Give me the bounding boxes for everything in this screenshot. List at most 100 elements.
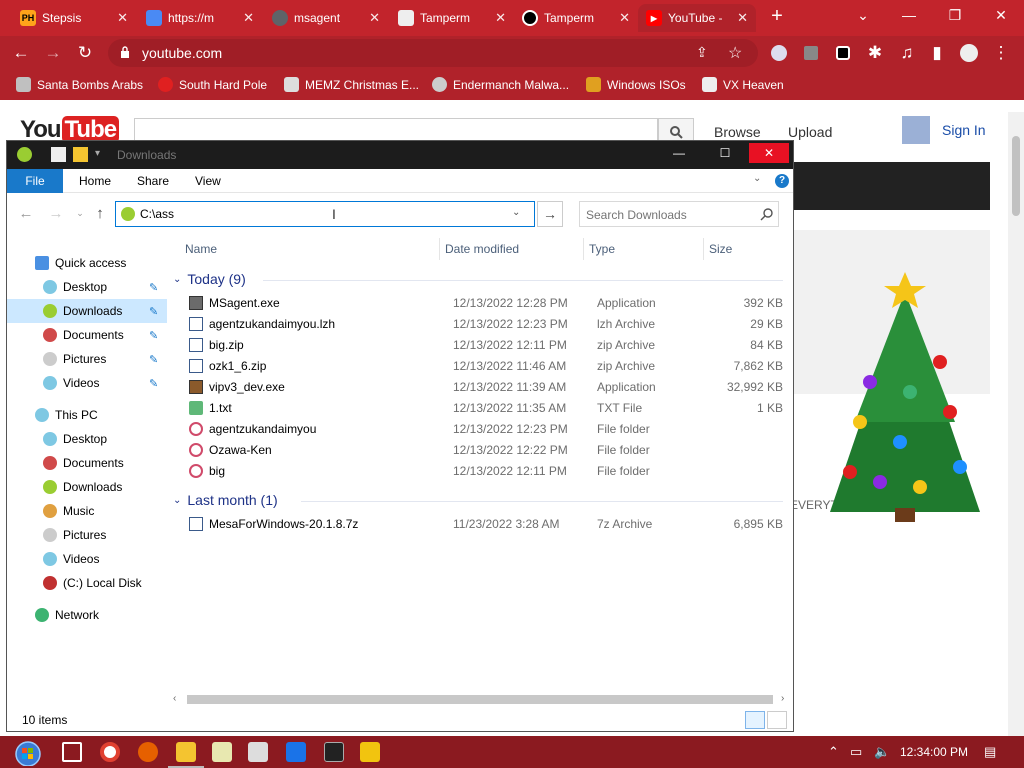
table-row[interactable]: vipv3_dev.exe 12/13/2022 11:39 AM Applicat… (185, 377, 785, 398)
pin-icon[interactable]: ✎ (149, 305, 161, 318)
scrollbar-thumb[interactable] (1012, 136, 1020, 216)
browser-tab-active[interactable]: ▶ YouTube - ✕ (638, 4, 756, 32)
bookmark-star-icon[interactable]: ☆ (728, 43, 742, 63)
help-icon[interactable]: ? (775, 174, 789, 188)
table-row[interactable]: big 12/13/2022 12:11 PM File folder (185, 461, 785, 482)
sidebar-item-documents[interactable]: Documents ✎ (7, 323, 167, 347)
scrollbar-thumb[interactable] (187, 695, 773, 704)
pin-icon[interactable]: ✎ (149, 281, 161, 294)
network-tray-icon[interactable]: ▭ (850, 744, 862, 760)
sidebar-item-videos[interactable]: Videos (7, 547, 167, 571)
sidebar-item-pictures[interactable]: Pictures (7, 523, 167, 547)
maximize-button[interactable]: ☐ (705, 143, 745, 163)
sidebar-item-local-disk[interactable]: (C:) Local Disk (7, 571, 167, 595)
tampermonkey-extension-icon[interactable] (832, 42, 854, 64)
share-icon[interactable]: ⇪ (696, 44, 708, 61)
bookmark-item[interactable]: VX Heaven (702, 77, 784, 92)
sidebar-item-downloads[interactable]: Downloads (7, 475, 167, 499)
scroll-left-icon[interactable]: ‹ (173, 693, 176, 704)
volume-icon[interactable]: 🔈 (874, 744, 890, 760)
bookmark-item[interactable]: MEMZ Christmas E... (284, 77, 419, 92)
extension-icon[interactable] (768, 42, 790, 64)
scroll-right-icon[interactable]: › (781, 693, 784, 704)
bookmark-item[interactable]: South Hard Pole (158, 77, 267, 92)
bookmark-item[interactable]: Santa Bombs Arabs (16, 77, 143, 92)
go-button[interactable]: → (537, 201, 563, 227)
media-icon[interactable]: ♫ (896, 42, 918, 64)
expand-ribbon-icon[interactable]: ⌄ (753, 173, 761, 184)
side-panel-icon[interactable]: ▮ (926, 42, 948, 64)
close-tab-icon[interactable]: ✕ (495, 10, 506, 26)
menu-kebab-icon[interactable]: ⋮ (990, 42, 1012, 64)
table-row[interactable]: MSagent.exe 12/13/2022 12:28 PM Applicatio… (185, 293, 785, 314)
new-folder-icon[interactable] (73, 147, 88, 162)
pin-icon[interactable]: ✎ (149, 377, 161, 390)
close-tab-icon[interactable]: ✕ (369, 10, 380, 26)
tab-home[interactable]: Home (69, 169, 121, 193)
details-view-icon[interactable] (745, 711, 765, 729)
horizontal-scrollbar[interactable]: ‹ › (167, 691, 791, 707)
sidebar-item-videos[interactable]: Videos ✎ (7, 371, 167, 395)
column-header-size[interactable]: Size (709, 242, 732, 256)
clock[interactable]: 12:34:00 PM (900, 745, 968, 759)
explorer-titlebar[interactable]: ▾ Downloads — ☐ ✕ (7, 141, 793, 169)
tab-share[interactable]: Share (127, 169, 179, 193)
close-tab-icon[interactable]: ✕ (243, 10, 254, 26)
column-divider[interactable] (703, 238, 704, 260)
minimize-button[interactable]: — (886, 0, 932, 30)
close-tab-icon[interactable]: ✕ (117, 10, 128, 26)
table-row[interactable]: ozk1_6.zip 12/13/2022 11:46 AM zip Archive… (185, 356, 785, 377)
search-field[interactable] (579, 201, 779, 227)
chrome-taskbar-icon[interactable] (100, 742, 120, 762)
close-button[interactable]: ✕ (749, 143, 789, 163)
file-explorer-taskbar-icon[interactable] (168, 742, 204, 768)
store-taskbar-icon[interactable] (286, 742, 306, 762)
sidebar-item-desktop[interactable]: Desktop ✎ (7, 275, 167, 299)
column-header-name[interactable]: Name (185, 242, 217, 256)
task-view-icon[interactable] (62, 742, 82, 762)
up-icon[interactable]: ↑ (91, 204, 109, 222)
large-icons-view-icon[interactable] (767, 711, 787, 729)
back-icon[interactable]: ← (17, 204, 35, 222)
address-dropdown-icon[interactable]: ⌄ (512, 207, 520, 218)
address-input[interactable] (140, 206, 500, 222)
sidebar-item-pictures[interactable]: Pictures ✎ (7, 347, 167, 371)
table-row[interactable]: Ozawa-Ken 12/13/2022 12:22 PM File folder (185, 440, 785, 461)
tab-file[interactable]: File (7, 169, 63, 193)
address-bar[interactable]: youtube.com ⇪ ☆ (108, 39, 758, 67)
table-row[interactable]: 1.txt 12/13/2022 11:35 AM TXT File 1 KB (185, 398, 785, 419)
table-row[interactable]: big.zip 12/13/2022 12:11 PM zip Archive 84 … (185, 335, 785, 356)
bookmark-item[interactable]: Endermanch Malwa... (432, 77, 569, 92)
pin-icon[interactable]: ✎ (149, 329, 161, 342)
group-header[interactable]: ⌄ Last month (1) (173, 492, 278, 508)
tab-search-icon[interactable]: ⌄ (840, 0, 886, 30)
app-taskbar-icon[interactable] (360, 742, 380, 762)
firefox-taskbar-icon[interactable] (138, 742, 158, 762)
close-tab-icon[interactable]: ✕ (619, 10, 630, 26)
sidebar-item-downloads[interactable]: Downloads ✎ (7, 299, 167, 323)
document-taskbar-icon[interactable] (248, 742, 268, 762)
notepad-taskbar-icon[interactable] (212, 742, 232, 762)
chevron-down-icon[interactable]: ▾ (95, 148, 100, 159)
forward-icon[interactable]: → (42, 42, 64, 64)
sidebar-item-desktop[interactable]: Desktop (7, 427, 167, 451)
sidebar-item-quick-access[interactable]: Quick access (7, 251, 167, 275)
puzzle-extensions-icon[interactable]: ✱ (864, 42, 886, 64)
address-field[interactable]: I ⌄ (115, 201, 535, 227)
minimize-button[interactable]: — (659, 143, 699, 163)
upload-link[interactable]: Upload (788, 124, 832, 140)
table-row[interactable]: MesaForWindows-20.1.8.7z 11/23/2022 3:28 … (185, 514, 785, 535)
close-window-button[interactable]: ✕ (978, 0, 1024, 30)
start-orb-icon[interactable] (6, 738, 46, 766)
bookmark-item[interactable]: Windows ISOs (586, 77, 686, 92)
table-row[interactable]: agentzukandaimyou.lzh 12/13/2022 12:23 PM… (185, 314, 785, 335)
restore-button[interactable]: ❐ (932, 0, 978, 30)
profile-avatar-icon[interactable] (958, 42, 980, 64)
table-row[interactable]: agentzukandaimyou 12/13/2022 12:23 PM File… (185, 419, 785, 440)
sign-in-link[interactable]: Sign In (942, 122, 986, 138)
notifications-icon[interactable]: ▤ (984, 744, 996, 760)
recent-locations-icon[interactable]: ⌄ (71, 204, 89, 222)
properties-icon[interactable] (51, 147, 66, 162)
reload-icon[interactable]: ↻ (74, 42, 96, 64)
browser-tab[interactable]: Tamperm ✕ (514, 4, 638, 32)
